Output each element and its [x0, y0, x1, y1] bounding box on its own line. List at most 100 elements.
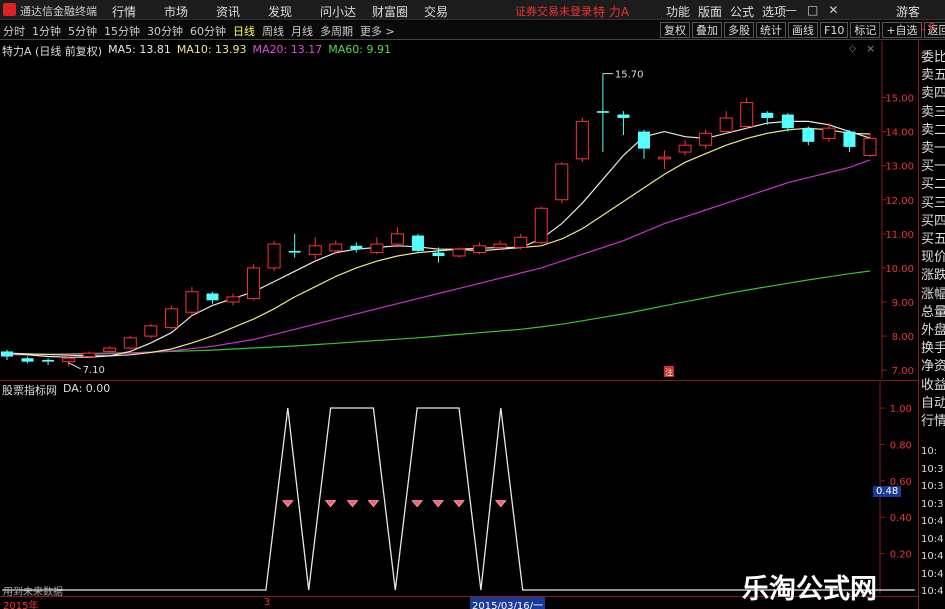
candle-body-up	[658, 156, 672, 160]
legend-ma60: MA60: 9.91	[328, 43, 391, 56]
candle-body-down	[802, 128, 815, 142]
maximize-icon[interactable]: □	[807, 3, 818, 17]
menu-item-2[interactable]: 资讯	[216, 3, 268, 20]
price-chart[interactable]: 15.70 7.10 注 ◇ × 15.00 14.00 13.00 12.00 11.00 10…	[0, 41, 918, 379]
candle-body-up	[452, 248, 466, 257]
info-label-1: 卖五	[921, 68, 945, 84]
tab-period-1[interactable]: 1分钟	[32, 23, 61, 39]
indicator-tick-label: 1.00	[890, 404, 912, 415]
title-menu-item-2[interactable]: 公式	[730, 3, 754, 20]
indicator-markers	[281, 500, 507, 508]
side-lr-label[interactable]: L R	[920, 22, 936, 33]
candle	[1, 349, 13, 360]
tick-time-2: 10:3	[921, 481, 944, 492]
candle-body-up	[62, 357, 76, 363]
diamond-marker-icon	[432, 500, 444, 508]
tab-period-6[interactable]: 日线	[233, 23, 255, 39]
tab-period-4[interactable]: 30分钟	[147, 23, 183, 39]
candle-body-up	[390, 233, 404, 245]
title-menu-item-3[interactable]: 选项	[762, 3, 786, 20]
info-label-20: 行情	[921, 414, 945, 429]
menu-item-6[interactable]: 交易	[424, 3, 476, 20]
toolbar-button-3[interactable]: 统计	[756, 22, 786, 38]
window-controls: — □ ✕	[785, 3, 838, 17]
indicator-panel[interactable]: 1.000.800.600.400.20	[0, 380, 918, 594]
candle-body-up	[555, 163, 569, 201]
candle-body-down	[432, 252, 445, 256]
candle-body-down	[843, 131, 856, 147]
tab-period-7[interactable]: 周线	[262, 23, 284, 39]
period-tabs: 分时 1分钟 5分钟 15分钟 30分钟 60分钟 日线 周线 月线 多周期 更多 >	[3, 23, 402, 39]
tab-period-10[interactable]: 更多 >	[360, 23, 395, 39]
candle	[534, 206, 548, 245]
candle	[308, 237, 322, 260]
tick-time-0: 10:	[921, 446, 938, 457]
candle	[390, 227, 404, 248]
toolbar-button-1[interactable]: 叠加	[692, 22, 722, 38]
candle-body-up	[123, 337, 137, 349]
toolbar-button-7[interactable]: +自选	[882, 22, 922, 38]
toolbar-button-6[interactable]: 标记	[850, 22, 881, 38]
candle	[781, 112, 794, 132]
candle-body-up	[740, 102, 754, 127]
info-label-2: 卖四	[921, 86, 945, 102]
close-panel-icon: ×	[866, 42, 875, 55]
indicator-da-line	[2, 407, 915, 591]
toolbar-button-2[interactable]: 多股	[724, 22, 754, 38]
tab-period-5[interactable]: 60分钟	[190, 23, 226, 39]
tab-period-0[interactable]: 分时	[3, 23, 25, 39]
indicator-cursor-value: 0.48	[873, 486, 902, 497]
title-menu-item-0[interactable]: 功能	[666, 3, 690, 20]
tick-time-4: 10:4	[921, 516, 944, 527]
menu-item-4[interactable]: 问小达	[320, 3, 372, 20]
menu-item-1[interactable]: 市场	[164, 3, 216, 20]
candle-body-up	[863, 137, 877, 156]
menu-item-5[interactable]: 财富圈	[372, 3, 424, 20]
menu-item-0[interactable]: 行情	[112, 3, 164, 20]
price-tick-label: 7.00	[892, 366, 914, 377]
candle-body-down	[617, 114, 630, 118]
login-status[interactable]: 证券交易未登录	[515, 3, 592, 19]
tab-period-3[interactable]: 15分钟	[104, 23, 140, 39]
toolbar-button-5[interactable]: F10	[820, 22, 849, 38]
candle-body-down	[288, 250, 301, 253]
info-label-10: 买五	[921, 232, 945, 247]
minimize-icon[interactable]: —	[785, 3, 797, 17]
legend-ma5: MA5: 13.81	[108, 43, 171, 56]
candle-body-up	[473, 245, 487, 254]
candle	[596, 73, 609, 153]
candle	[678, 140, 692, 156]
title-menu-item-1[interactable]: 版面	[698, 3, 722, 20]
candle-body-up	[534, 207, 548, 243]
candle	[350, 242, 363, 253]
candle-body-up	[575, 120, 589, 160]
info-label-13: 涨幅	[921, 286, 945, 302]
high-label: 15.70	[615, 70, 644, 81]
menu-item-3[interactable]: 发现	[268, 3, 320, 20]
close-icon[interactable]: ✕	[828, 3, 838, 17]
candle-body-down	[206, 293, 219, 301]
candle-body-down	[1, 351, 13, 357]
ma5-line	[6, 120, 871, 358]
right-info-column: 委比 卖五 卖四 卖三 卖二 卖一 买一 买二 买三 买四 买五 现价 涨跌 涨幅 总量 外盘 换手 净资 收益 自动…	[918, 40, 945, 609]
diamond-marker-icon	[367, 500, 380, 508]
candle	[843, 129, 856, 153]
candle	[164, 305, 178, 330]
info-label-7: 买二	[921, 177, 945, 193]
candle-body-up	[267, 243, 281, 269]
candle	[123, 336, 137, 350]
tab-period-2[interactable]: 5分钟	[68, 23, 97, 39]
legend-ma10: MA10: 13.93	[176, 43, 247, 56]
candle	[575, 117, 589, 163]
tab-period-8[interactable]: 月线	[291, 23, 313, 39]
indicator-tick-label: 0.80	[890, 440, 912, 451]
toolbar-button-4[interactable]: 画线	[788, 22, 818, 38]
note-marker-label: 注	[665, 367, 673, 377]
info-label-17: 净资	[921, 359, 945, 375]
candle-body-up	[678, 144, 692, 153]
tab-period-9[interactable]: 多周期	[320, 23, 353, 39]
price-y-axis: 15.00 14.00 13.00 12.00 11.00 10.00 9.00 8.00 7.…	[882, 93, 914, 377]
low-label: 7.10	[83, 365, 105, 376]
toolbar-button-0[interactable]: 复权	[660, 22, 690, 38]
guest-label[interactable]: 游客	[896, 3, 920, 20]
